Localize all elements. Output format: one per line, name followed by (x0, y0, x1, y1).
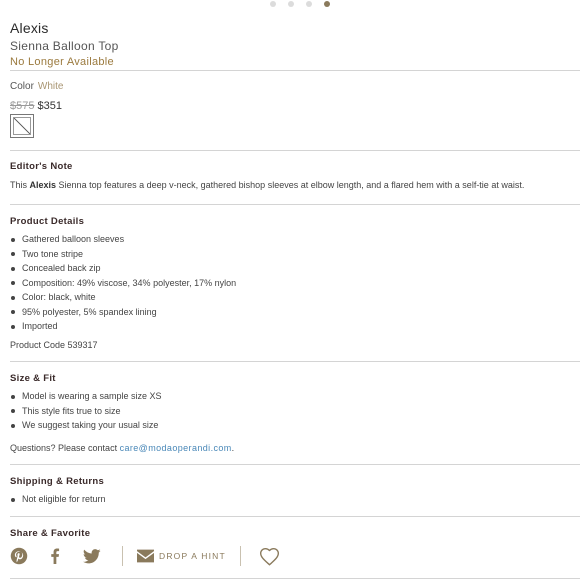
list-item: Gathered balloon sleeves (10, 232, 236, 247)
gallery-pagination (270, 1, 330, 7)
divider (10, 516, 580, 517)
list-item: Concealed back zip (10, 261, 236, 276)
editors-note-suffix: Sienna top features a deep v-neck, gathe… (56, 180, 525, 190)
contact-email-link[interactable]: care@modaoperandi.com (120, 443, 232, 453)
pinterest-icon[interactable] (10, 547, 28, 565)
color-label: Color (10, 81, 34, 92)
divider (10, 204, 580, 205)
color-value: White (37, 81, 64, 92)
contact-prefix: Questions? Please contact (10, 443, 120, 453)
divider (10, 578, 580, 579)
divider (10, 464, 580, 465)
unavailable-swatch-icon (13, 117, 31, 135)
size-fit-title: Size & Fit (10, 373, 56, 384)
list-item: Not eligible for return (10, 492, 106, 507)
list-item: Imported (10, 319, 236, 334)
share-title: Share & Favorite (10, 528, 91, 539)
list-item: Color: black, white (10, 290, 236, 305)
editors-note-title: Editor's Note (10, 161, 73, 172)
shipping-list: Not eligible for return (10, 492, 106, 507)
list-item: 95% polyester, 5% spandex lining (10, 305, 236, 320)
color-row: Color White (10, 81, 63, 92)
drop-a-hint-label: DROP A HINT (159, 551, 226, 561)
size-fit-list: Model is wearing a sample size XS This s… (10, 389, 162, 433)
list-item: Two tone stripe (10, 247, 236, 262)
drop-a-hint-button[interactable]: DROP A HINT (137, 549, 226, 563)
list-item: This style fits true to size (10, 404, 162, 419)
envelope-icon (137, 549, 154, 563)
twitter-icon[interactable] (82, 547, 102, 565)
color-swatch-white[interactable] (10, 114, 34, 138)
price-row: $575 $351 (10, 100, 62, 112)
divider (10, 361, 580, 362)
product-details-title: Product Details (10, 216, 85, 227)
gallery-dot[interactable] (270, 1, 276, 7)
gallery-dot[interactable] (288, 1, 294, 7)
gallery-dot-active[interactable] (324, 1, 330, 7)
shipping-title: Shipping & Returns (10, 476, 105, 487)
product-details-list: Gathered balloon sleeves Two tone stripe… (10, 232, 236, 334)
editors-note-brand: Alexis (29, 180, 57, 190)
contact-text: Questions? Please contact care@modaopera… (10, 443, 234, 453)
price-original: $575 (10, 100, 35, 112)
contact-suffix: . (231, 443, 235, 453)
list-item: Model is wearing a sample size XS (10, 389, 162, 404)
divider (10, 150, 580, 151)
divider (10, 70, 580, 71)
editors-note-prefix: This (10, 180, 30, 190)
price-sale: $351 (37, 100, 62, 112)
heart-icon[interactable] (259, 546, 281, 566)
product-name: Sienna Balloon Top (10, 39, 119, 53)
list-item: Composition: 49% viscose, 34% polyester,… (10, 276, 236, 291)
gallery-dot[interactable] (306, 1, 312, 7)
share-separator (239, 546, 241, 566)
share-bar: DROP A HINT (10, 544, 281, 568)
facebook-icon[interactable] (46, 547, 64, 565)
product-code: Product Code 539317 (10, 340, 98, 350)
share-separator (122, 546, 123, 566)
list-item: We suggest taking your usual size (10, 418, 162, 433)
designer-name[interactable]: Alexis (10, 20, 49, 36)
editors-note-text: This Alexis Sienna top features a deep v… (10, 180, 524, 190)
availability-status: No Longer Available (10, 56, 114, 68)
